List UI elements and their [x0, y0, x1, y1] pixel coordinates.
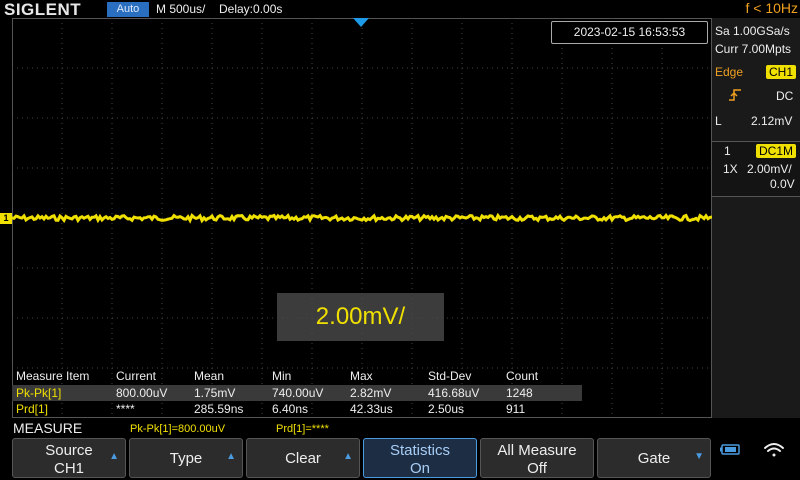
pk-pk-readout: Pk-Pk[1]=800.00uV: [130, 423, 226, 435]
table-row[interactable]: Pk-Pk[1] 800.00uV 1.75mV 740.00uV 2.82mV…: [12, 385, 582, 401]
softkey-value: Off: [527, 460, 547, 477]
datetime-display: 2023-02-15 16:53:53: [551, 21, 708, 44]
clear-softkey[interactable]: Clear ▲: [246, 438, 360, 478]
ch1-coupling: DC1M: [756, 142, 797, 160]
header-cell: Mean: [194, 369, 225, 383]
table-cell: 740.00uV: [272, 386, 324, 400]
table-cell: 42.33us: [350, 402, 393, 416]
menu-title: MEASURE: [13, 420, 83, 436]
header-cell: Max: [350, 369, 373, 383]
softkey-value: On: [409, 460, 430, 477]
period-readout: Prd[1]=****: [276, 423, 329, 435]
arrow-up-icon: ▲: [343, 451, 353, 462]
trigger-level: 2.12mV: [751, 114, 793, 128]
table-cell: 285.59ns: [194, 402, 244, 416]
wifi-icon: [764, 443, 784, 457]
battery-icon: [720, 444, 740, 455]
rising-edge-icon: [729, 89, 741, 101]
arrow-up-icon: ▲: [226, 451, 236, 462]
delay-readout[interactable]: Delay:0.00s: [219, 2, 282, 16]
softkey-label: All Measure: [497, 442, 577, 459]
trigger-source-label: CH1: [766, 65, 797, 79]
table-cell: 416.68uV: [428, 386, 480, 400]
run-mode-badge[interactable]: Auto: [107, 2, 149, 17]
ch1-offset: 0.0V: [770, 177, 795, 191]
table-cell: Prd[1]: [16, 402, 49, 416]
header-cell: Std-Dev: [428, 369, 472, 383]
sample-rate: Sa 1.00GSa/s: [715, 24, 790, 38]
gate-softkey[interactable]: Gate ▼: [597, 438, 711, 478]
table-cell: 1248: [506, 386, 533, 400]
waveform-grid[interactable]: [12, 18, 712, 418]
memory-depth: Curr 7.00Mpts: [715, 42, 792, 56]
table-cell: 1.75mV: [194, 386, 236, 400]
arrow-up-icon: ▲: [109, 451, 119, 462]
trigger-position-icon[interactable]: [353, 18, 369, 27]
table-cell: 2.82mV: [350, 386, 392, 400]
header-cell: Count: [506, 369, 539, 383]
arrow-down-icon: ▼: [694, 451, 704, 462]
statistics-softkey[interactable]: Statistics On: [363, 438, 477, 478]
table-cell: 6.40ns: [272, 402, 309, 416]
header-cell: Min: [272, 369, 292, 383]
table-header: Measure Item Current Mean Min Max Std-De…: [12, 368, 582, 384]
ch1-number: 1: [724, 144, 731, 158]
all-measure-softkey[interactable]: All Measure Off: [480, 438, 594, 478]
softkey-value: CH1: [53, 460, 84, 477]
table-cell: ****: [116, 402, 135, 416]
table-cell: Pk-Pk[1]: [16, 386, 62, 400]
trigger-coupling: DC: [776, 89, 794, 103]
table-row[interactable]: Prd[1] **** 285.59ns 6.40ns 42.33us 2.50…: [12, 401, 582, 417]
ch1-scale: 2.00mV/: [747, 162, 792, 176]
scale-popup: 2.00mV/: [277, 293, 444, 341]
table-cell: 911: [506, 402, 526, 416]
table-cell: 2.50us: [428, 402, 465, 416]
trigger-source[interactable]: CH1: [766, 63, 797, 81]
table-cell: 800.00uV: [116, 386, 168, 400]
measure-table: Measure Item Current Mean Min Max Std-De…: [12, 368, 712, 418]
trigger-frequency: f < 10Hz: [745, 0, 798, 16]
brand-logo: SIGLENT: [4, 0, 82, 19]
trigger-level-label: L: [715, 114, 722, 128]
type-softkey[interactable]: Type ▲: [129, 438, 243, 478]
status-tray: [720, 443, 784, 457]
softkey-label: Statistics: [389, 442, 450, 459]
ch1-probe: 1X: [723, 162, 738, 176]
timebase-readout[interactable]: M 500us/: [156, 2, 205, 16]
header-cell: Current: [116, 369, 157, 383]
trigger-type[interactable]: Edge: [715, 65, 743, 79]
ch1-coupling-label: DC1M: [756, 144, 797, 158]
ch1-offset-marker[interactable]: 1: [0, 213, 12, 224]
header-cell: Measure Item: [16, 369, 90, 383]
source-softkey[interactable]: Source CH1 ▲: [12, 438, 126, 478]
